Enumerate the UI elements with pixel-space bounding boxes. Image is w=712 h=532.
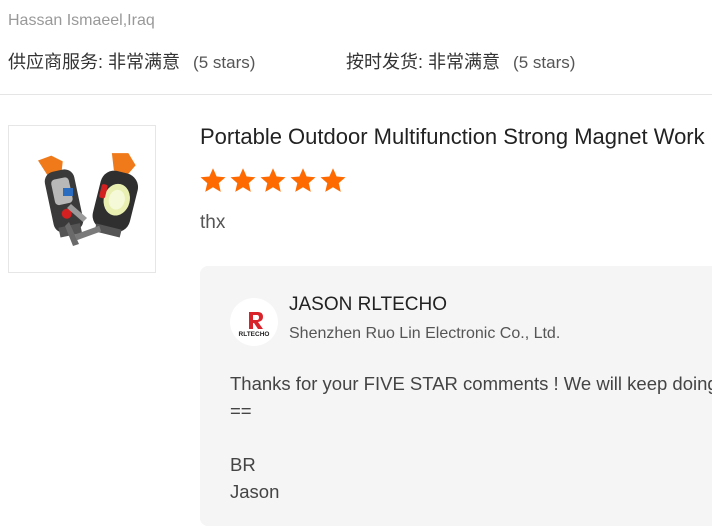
star-icon <box>320 168 346 192</box>
seller-logo-icon: RLTECHO <box>239 312 270 338</box>
reply-line: BR <box>230 454 256 475</box>
seller-name: JASON RLTECHO <box>289 294 448 315</box>
divider <box>0 94 712 95</box>
rating-label: 供应商服务: <box>8 52 104 72</box>
rating-stars-text: (5 stars) <box>193 53 256 72</box>
reply-message: Thanks for your FIVE STAR comments ! We … <box>230 370 712 505</box>
seller-reply: RLTECHO JASON RLTECHO Shenzhen Ruo Lin E… <box>200 266 712 526</box>
reply-line <box>230 424 712 451</box>
rating-label: 按时发货: <box>346 52 424 72</box>
rating-on-time-delivery: 按时发货: 非常满意 (5 stars) <box>346 48 575 74</box>
rating-supplier-service: 供应商服务: 非常满意 (5 stars) <box>8 48 255 74</box>
product-title[interactable]: Portable Outdoor Multifunction Strong Ma… <box>200 124 712 150</box>
reply-line: Jason <box>230 481 280 502</box>
reviewer-name: Hassan Ismaeel,Iraq <box>8 12 155 29</box>
product-title-text[interactable]: Portable Outdoor Multifunction Strong Ma… <box>200 124 712 149</box>
star-icon <box>230 168 256 192</box>
rating-stars-text: (5 stars) <box>513 53 576 72</box>
seller-logo: RLTECHO <box>230 298 278 346</box>
star-icon <box>260 168 286 192</box>
product-image[interactable] <box>8 125 156 273</box>
seller-logo-text: RLTECHO <box>239 331 270 338</box>
product-image-graphic <box>38 153 139 246</box>
review-comment: thx <box>200 212 226 233</box>
rating-value: 非常满意 <box>428 52 501 72</box>
reply-line: Thanks for your FIVE STAR comments ! We … <box>230 373 712 394</box>
star-icon <box>290 168 316 192</box>
rating-value: 非常满意 <box>108 52 181 72</box>
star-icon <box>200 168 226 192</box>
product-rating-stars <box>198 166 348 196</box>
seller-company: Shenzhen Ruo Lin Electronic Co., Ltd. <box>289 325 561 342</box>
reply-line: == <box>230 400 252 421</box>
